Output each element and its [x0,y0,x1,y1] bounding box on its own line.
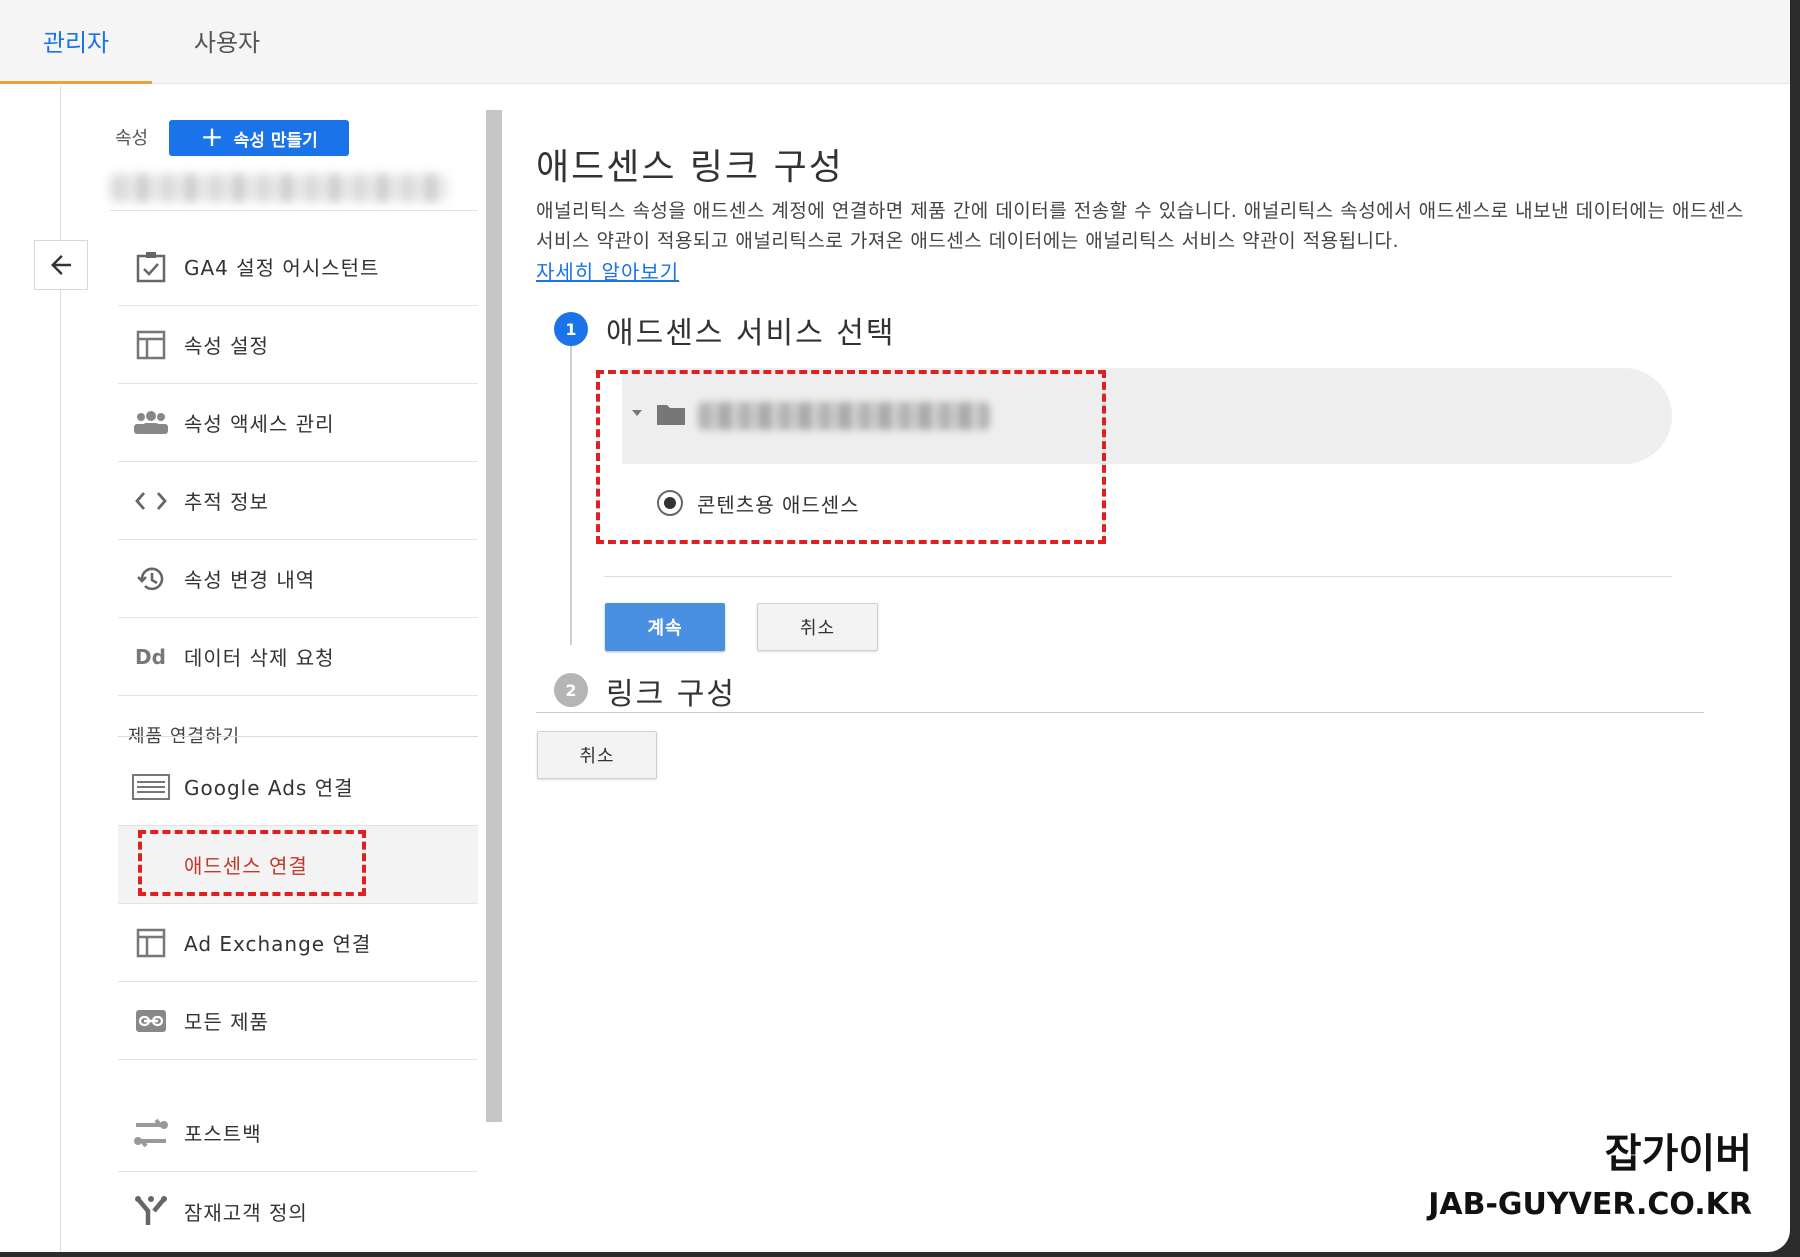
section-label-product-links: 제품 연결하기 [128,726,241,747]
history-icon [118,565,184,593]
page-title: 애드센스 링크 구성 [536,147,844,188]
back-button[interactable] [34,240,88,290]
sidebar-item-label: 추적 정보 [184,490,269,514]
sidebar-item-property-settings[interactable]: 속성 설정 [118,306,478,384]
step-1-title: 애드센스 서비스 선택 [606,316,896,351]
divider [536,712,1704,713]
sidebar-item-ad-exchange-links[interactable]: Ad Exchange 연결 [118,904,478,982]
property-label: 속성 [115,128,149,149]
people-icon [118,410,184,435]
sidebar-item-label: 잠재고객 정의 [184,1200,308,1225]
sidebar-item-label: 포스트백 [184,1122,262,1146]
sidebar-item-tracking-info[interactable]: 추적 정보 [118,462,478,540]
divider [604,576,1672,577]
sidebar-item-label: Ad Exchange 연결 [184,932,372,956]
svg-text:Dd: Dd [135,646,166,668]
cancel-link-button[interactable]: 취소 [537,731,657,779]
sidebar-item-change-history[interactable]: 속성 변경 내역 [118,540,478,618]
highlight-box-service-select [596,370,1106,544]
postback-icon [118,1115,184,1151]
site-watermark: 잡가이버 JAB-GUYVER.CO.KR [1428,1121,1752,1222]
page-description: 애널리틱스 속성을 애드센스 계정에 연결하면 제품 간에 데이터를 전송할 수… [536,200,1744,252]
dd-icon: Dd [118,646,184,668]
continue-button[interactable]: 계속 [605,603,725,651]
code-icon [118,490,184,512]
top-tab-bar: 관리자 사용자 [0,0,1790,84]
sidebar-item-label: GA4 설정 어시스턴트 [184,256,380,280]
sidebar-item-label: 모든 제품 [184,1010,269,1034]
cancel-button[interactable]: 취소 [757,603,878,651]
app-window: 관리자 사용자 속성 + 속성 만들기 GA4 설정 어시스턴트 속성 설정 속… [0,0,1790,1252]
layout-icon [118,330,184,360]
create-property-label: 속성 만들기 [233,130,318,151]
sidebar-item-all-products[interactable]: 모든 제품 [118,982,478,1060]
learn-more-link[interactable]: 자세히 알아보기 [536,256,679,285]
arrow-left-icon [51,255,71,275]
step-2-badge: 2 [554,673,588,707]
stepper-line [570,345,572,645]
tab-user[interactable]: 사용자 [152,0,302,84]
watermark-url: JAB-GUYVER.CO.KR [1428,1187,1752,1222]
sidebar-item-data-deletion[interactable]: Dd 데이터 삭제 요청 [118,618,478,696]
sidebar-item-label: 데이터 삭제 요청 [184,646,335,670]
sidebar-item-property-access[interactable]: 속성 액세스 관리 [118,384,478,462]
sidebar-item-ga4-setup-assistant[interactable]: GA4 설정 어시스턴트 [118,228,478,306]
sidebar-item-label: 속성 변경 내역 [184,568,316,592]
step-1-badge: 1 [554,312,588,346]
sidebar-item-audience-definitions[interactable]: 잠재고객 정의 [118,1172,478,1250]
highlight-box-adsense-link [138,830,366,896]
plus-icon: + [200,119,224,153]
link-icon [118,1009,184,1033]
sidebar-item-label: Google Ads 연결 [184,776,354,800]
step-2-title: 링크 구성 [606,677,736,712]
sidebar-item-label: 속성 설정 [184,334,269,358]
divider [110,210,478,211]
create-property-button[interactable]: + 속성 만들기 [169,120,349,156]
divider [118,736,478,737]
sidebar-scrollbar[interactable] [486,110,502,1122]
layout-icon [118,928,184,958]
watermark-title: 잡가이버 [1604,1131,1752,1177]
sidebar-item-label: 속성 액세스 관리 [184,412,335,436]
sidebar-item-google-ads-links[interactable]: Google Ads 연결 [118,748,478,826]
tab-admin[interactable]: 관리자 [0,0,152,84]
checklist-icon [118,251,184,283]
property-selector-blurred[interactable] [110,174,448,202]
ads-icon [118,773,184,800]
audience-icon [118,1195,184,1227]
sidebar-item-postbacks[interactable]: 포스트백 [118,1094,478,1172]
